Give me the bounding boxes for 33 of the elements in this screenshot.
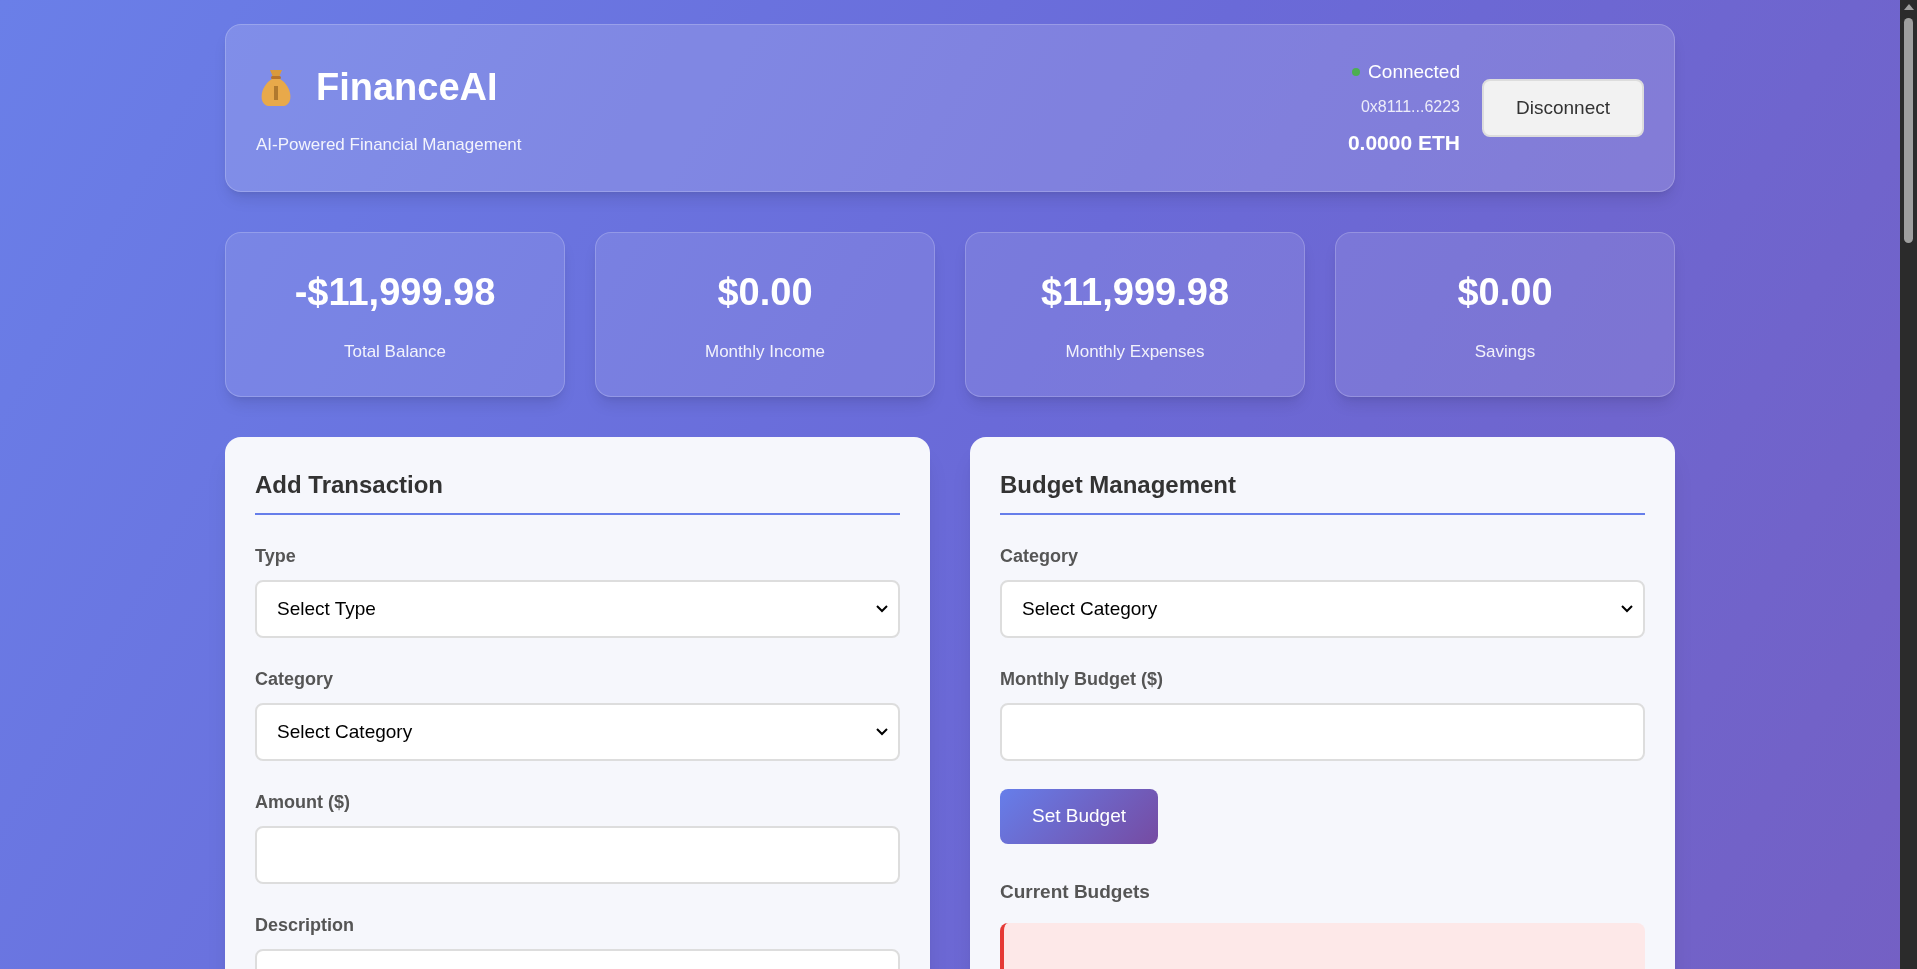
app-title: FinanceAI [316,64,498,110]
wallet-balance: 0.0000 ETH [1347,129,1460,156]
select-dropdown[interactable]: Select Category [1000,580,1645,638]
field-label: Amount ($) [255,791,351,814]
field-label: Category [1000,545,1080,568]
stat-label: Monthly Expenses [1065,341,1205,364]
stat-value: $0.00 [717,270,813,316]
select-dropdown[interactable]: Select Type [255,580,900,638]
stat-label: Monthly Income [705,341,825,364]
stat-value: $0.00 [1457,270,1553,316]
stat-value: -$11,999.98 [294,270,496,316]
input-field[interactable] [255,826,900,884]
chevron-down-icon [1621,605,1633,613]
field-label: Monthly Budget ($) [1000,668,1164,691]
input-field[interactable] [1000,703,1645,761]
select-dropdown[interactable]: Select Category [255,703,900,761]
chevron-down-icon [876,728,888,736]
field-label: Category [255,668,335,691]
wallet-address: 0x8111...6223 [1360,96,1460,117]
panel-heading: Add Transaction [255,467,900,515]
stat-label: Savings [1474,341,1536,364]
panel-heading: Budget Management [1000,467,1645,515]
stat-label: Total Balance [343,341,447,364]
disconnect-button[interactable]: Disconnect [1482,79,1644,137]
connection-status: Connected [1368,60,1460,84]
scrollbar[interactable] [1900,0,1917,969]
set-budget-button[interactable]: Set Budget [1000,789,1158,844]
stat-value: $11,999.98 [1040,270,1230,316]
app-subtitle: AI-Powered Financial Management [256,133,522,156]
chevron-down-icon [876,605,888,613]
section-heading: Current Budgets [1000,880,1151,904]
field-label: Description [255,914,356,937]
field-label: Type [255,545,297,568]
